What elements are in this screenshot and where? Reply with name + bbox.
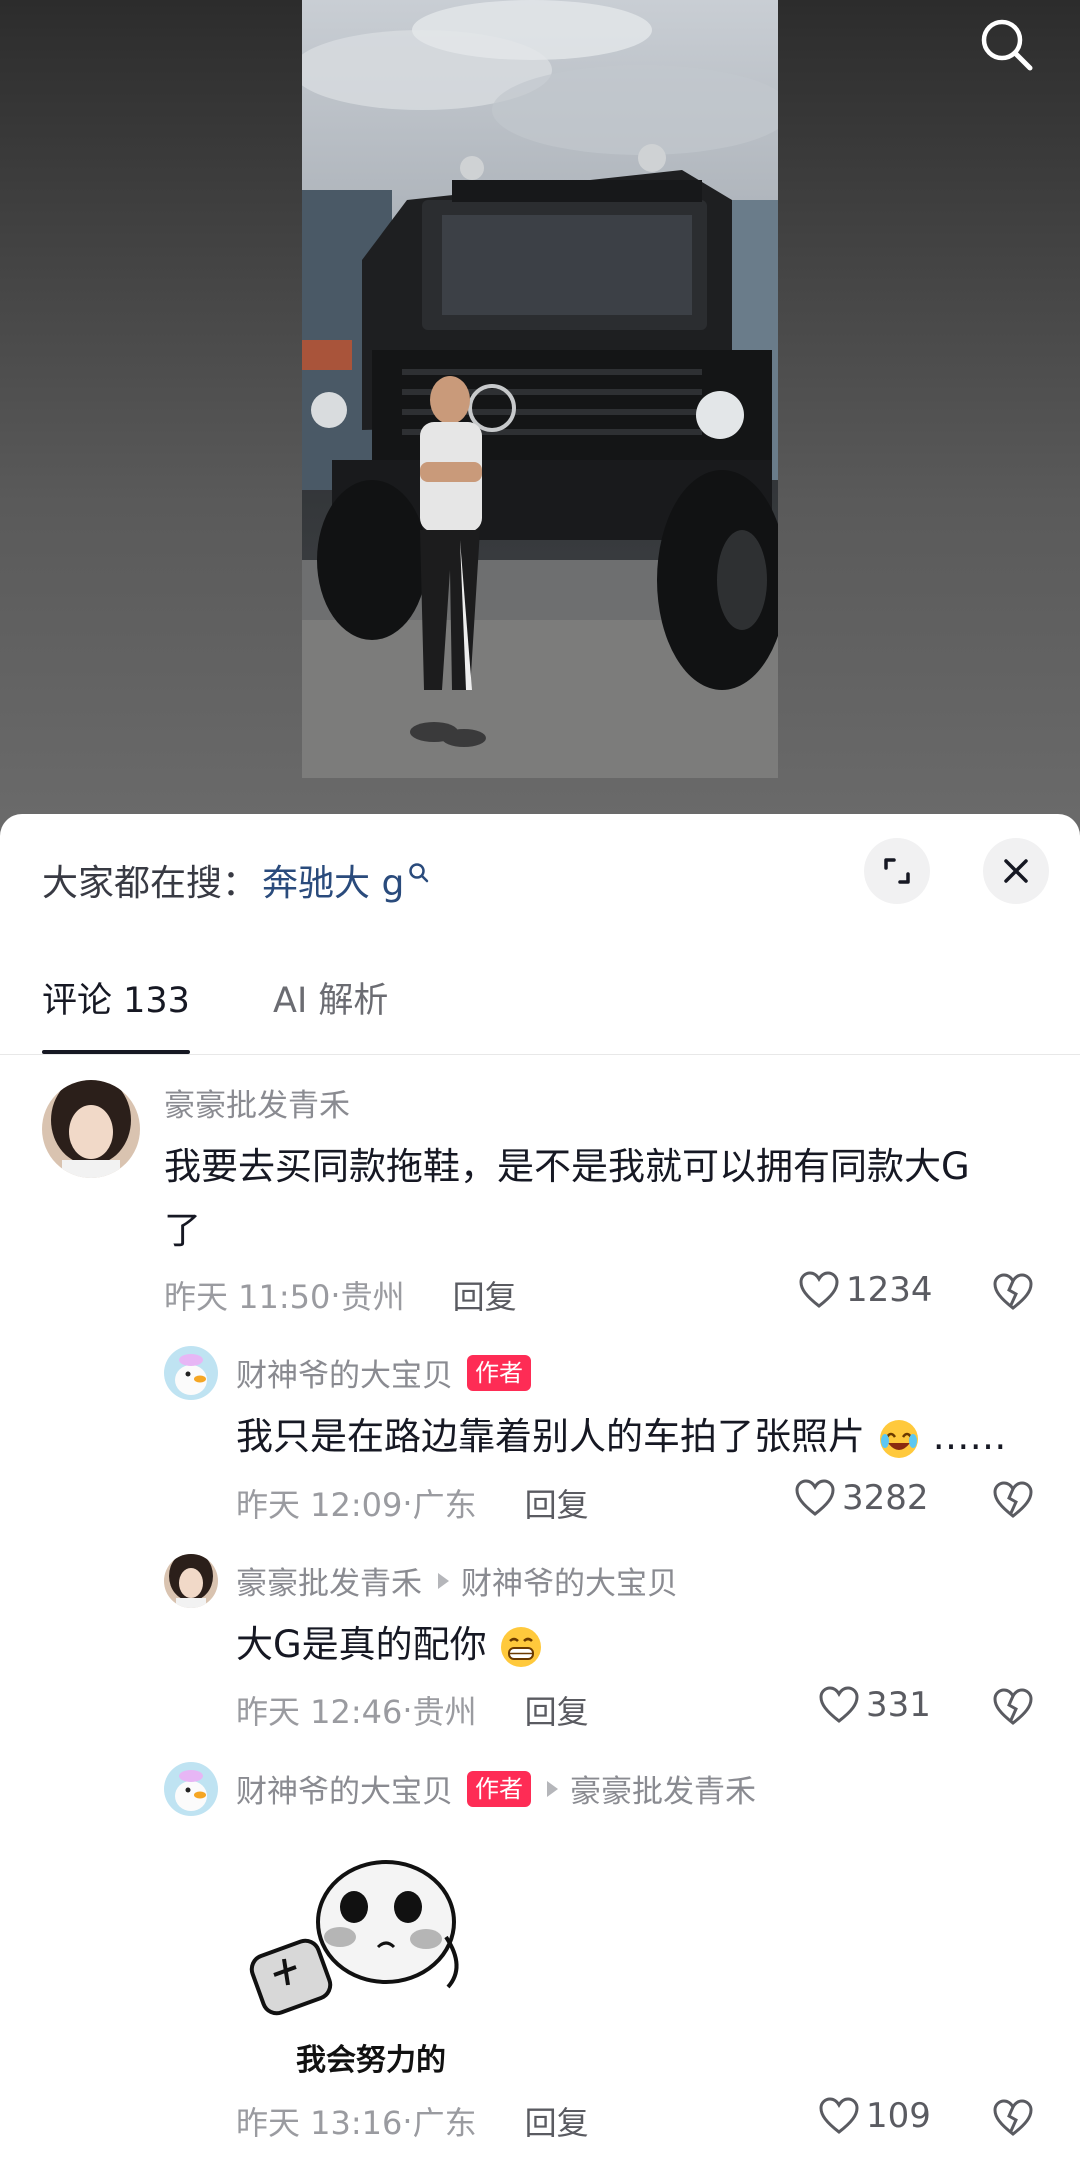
comment-text-line: 了 [164, 1209, 201, 1252]
comment-meta: 昨天 12:46 · 贵州 回复 [236, 1687, 589, 1733]
reply-to-arrow-icon [547, 1780, 558, 1797]
laughing-emoji-icon [879, 1419, 918, 1458]
comment-meta: 昨天 13:16 · 广东 回复 [236, 2098, 589, 2144]
broken-heart-icon [993, 1481, 1033, 1518]
user-avatar-image [42, 1080, 140, 1178]
heart-icon [799, 1271, 839, 1308]
close-icon [1004, 859, 1028, 883]
duck-avatar-image [164, 1762, 218, 1816]
author-badge: 作者 [467, 1354, 531, 1391]
like-count: 1234 [846, 1270, 933, 1310]
search-small-icon [409, 863, 429, 883]
expand-button[interactable] [864, 838, 930, 904]
comment-location: 广东 [412, 1486, 477, 1524]
heart-icon [819, 2097, 859, 2134]
reply-to-username[interactable]: 财神爷的大宝贝 [461, 1558, 678, 1603]
like-button[interactable]: 3282 [794, 1478, 929, 1518]
dislike-button[interactable] [992, 2098, 1034, 2142]
comment-text-line: 我要去买同款拖鞋，是不是我就可以拥有同款大G [164, 1145, 970, 1188]
comment-text-line: 我只是在路边靠着别人的车拍了张照片 [236, 1415, 865, 1458]
meta-separator: · [402, 1691, 413, 1729]
comment-text: 大G是真的配你 [236, 1613, 1056, 1677]
meta-separator: · [330, 1276, 341, 1314]
comment-text: 我要去买同款拖鞋，是不是我就可以拥有同款大G 了 [164, 1135, 1044, 1263]
reply-button[interactable]: 回复 [525, 2098, 589, 2144]
dislike-button[interactable] [992, 1480, 1034, 1524]
like-count: 3282 [842, 1478, 929, 1518]
username-text[interactable]: 财神爷的大宝贝 [236, 1766, 453, 1811]
post-photo[interactable] [302, 0, 778, 778]
dislike-button[interactable] [992, 1272, 1034, 1316]
search-suggestion-prefix: 大家都在搜： [42, 863, 259, 904]
sticker-cartoon-illustration [249, 1860, 459, 2016]
close-button[interactable] [983, 838, 1049, 904]
username-text[interactable]: 豪豪批发青禾 [236, 1558, 422, 1603]
like-button[interactable]: 1234 [798, 1270, 933, 1310]
username-text[interactable]: 豪豪批发青禾 [164, 1080, 350, 1125]
avatar[interactable] [164, 1762, 218, 1816]
duck-avatar-image [164, 1346, 218, 1400]
comment-tabs: 评论 133 AI 解析 [0, 964, 1080, 1055]
avatar[interactable] [164, 1346, 218, 1400]
search-suggestion[interactable]: 大家都在搜： 奔驰大 g [42, 852, 430, 908]
meta-separator: · [402, 2102, 413, 2140]
search-icon [981, 19, 1033, 71]
like-button[interactable]: 109 [818, 2096, 931, 2136]
comment-username[interactable]: 豪豪批发青禾 财神爷的大宝贝 [236, 1558, 678, 1603]
tab-ai-analysis[interactable]: AI 解析 [273, 972, 388, 1023]
video-backdrop [0, 0, 1080, 840]
reply-to-arrow-icon [438, 1572, 449, 1589]
heart-icon [795, 1479, 835, 1516]
comment-location: 贵州 [412, 1693, 477, 1731]
comment-location: 贵州 [340, 1278, 405, 1316]
grinning-emoji-icon [501, 1626, 542, 1667]
active-tab-indicator [42, 1050, 190, 1054]
comment-meta: 昨天 12:09 · 广东 回复 [236, 1480, 589, 1526]
sticker-caption: 我会努力的 [296, 2043, 446, 2078]
broken-heart-icon [993, 1273, 1033, 1310]
heart-icon [819, 1686, 859, 1723]
comment-time: 昨天 12:09 [236, 1486, 403, 1524]
user-avatar-image [164, 1554, 218, 1608]
author-badge: 作者 [467, 1770, 531, 1807]
search-button[interactable] [970, 8, 1042, 80]
comment-time: 昨天 13:16 [236, 2104, 403, 2142]
meta-separator: · [402, 1484, 413, 1522]
reply-button[interactable]: 回复 [453, 1272, 517, 1318]
broken-heart-icon [993, 2099, 1033, 2136]
like-count: 109 [866, 2096, 931, 2136]
comment-text-line: 大G是真的配你 [236, 1623, 487, 1666]
like-button[interactable]: 331 [818, 1685, 931, 1725]
username-text[interactable]: 财神爷的大宝贝 [236, 1350, 453, 1395]
comment-username[interactable]: 豪豪批发青禾 [164, 1080, 350, 1125]
reply-button[interactable]: 回复 [525, 1480, 589, 1526]
expand-icon [884, 858, 910, 884]
tab-comments[interactable]: 评论 133 [42, 972, 190, 1023]
comment-meta: 昨天 11:50 · 贵州 回复 [164, 1272, 517, 1318]
comment-username[interactable]: 财神爷的大宝贝 作者 豪豪批发青禾 [236, 1766, 756, 1811]
comment-text-suffix: …… [932, 1415, 1007, 1458]
reply-button[interactable]: 回复 [525, 1687, 589, 1733]
avatar[interactable] [164, 1554, 218, 1608]
like-count: 331 [866, 1685, 931, 1725]
comment-time: 昨天 12:46 [236, 1693, 403, 1731]
reply-to-username[interactable]: 豪豪批发青禾 [570, 1766, 756, 1811]
comment-text: 我只是在路边靠着别人的车拍了张照片 …… [236, 1405, 1056, 1469]
broken-heart-icon [993, 1688, 1033, 1725]
sticker-image[interactable]: 我会努力的 [236, 1827, 506, 2087]
comment-time: 昨天 11:50 [164, 1278, 331, 1316]
comment-username[interactable]: 财神爷的大宝贝 作者 [236, 1350, 531, 1395]
avatar[interactable] [42, 1080, 140, 1178]
comment-location: 广东 [412, 2104, 477, 2142]
dislike-button[interactable] [992, 1687, 1034, 1731]
search-suggestion-keyword[interactable]: 奔驰大 g [262, 854, 404, 906]
truck-photo-illustration [302, 0, 778, 778]
